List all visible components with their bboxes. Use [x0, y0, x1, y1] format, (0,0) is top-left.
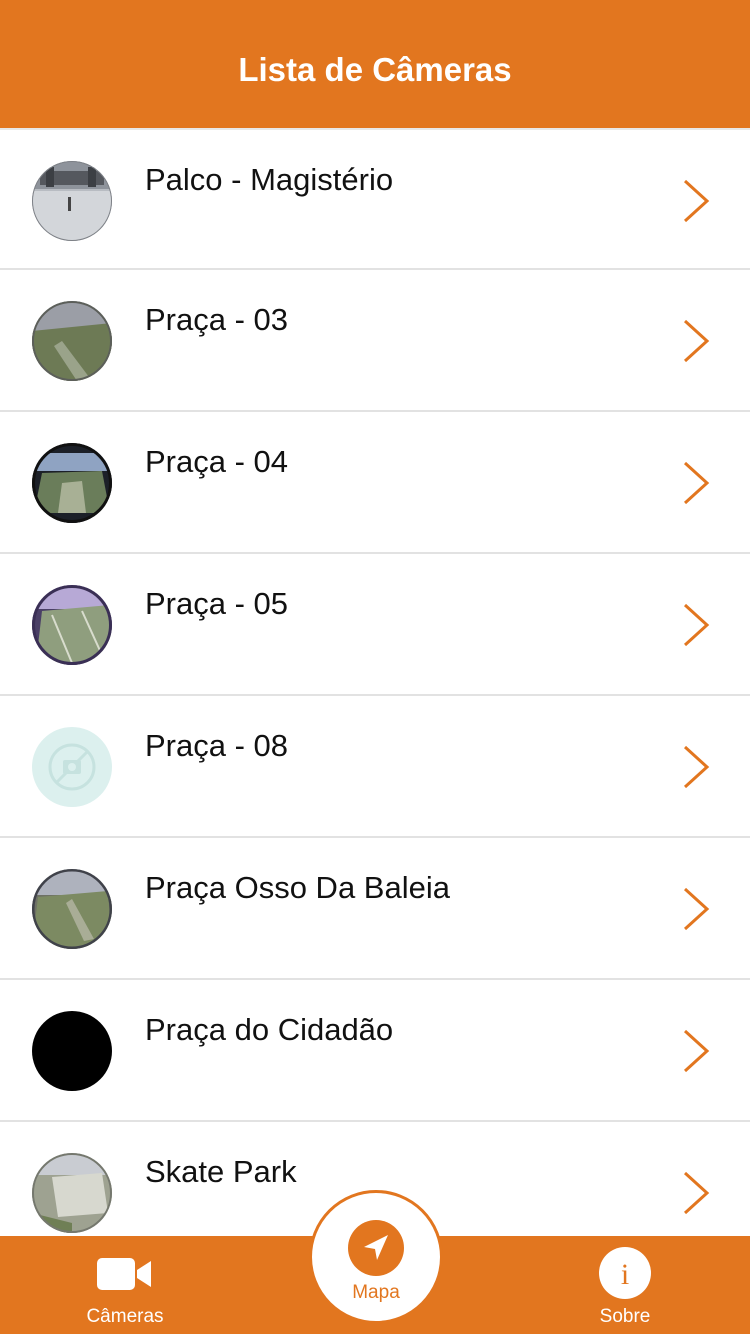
camera-thumbnail	[32, 443, 112, 523]
info-icon: i	[599, 1247, 651, 1299]
no-camera-placeholder-icon	[32, 727, 112, 807]
map-button-label: Mapa	[352, 1282, 400, 1303]
camera-thumbnail	[32, 869, 112, 949]
camera-row-praca-08[interactable]: Praça - 08	[0, 696, 750, 838]
camera-name: Skate Park	[145, 1154, 297, 1189]
chevron-right-icon	[683, 461, 710, 505]
navigation-arrow-icon	[348, 1220, 404, 1276]
camera-thumbnail	[32, 301, 112, 381]
camera-name: Palco - Magistério	[145, 162, 394, 197]
chevron-right-icon	[683, 1171, 710, 1215]
tab-cameras[interactable]: Câmeras	[0, 1236, 250, 1334]
camera-list[interactable]: Palco - Magistério Praça - 03 Praça - 04…	[0, 128, 750, 1236]
camera-row-praca-03[interactable]: Praça - 03	[0, 270, 750, 412]
camera-row-palco-magisterio[interactable]: Palco - Magistério	[0, 128, 750, 270]
camera-row-praca-05[interactable]: Praça - 05	[0, 554, 750, 696]
camera-thumbnail	[32, 1011, 112, 1091]
camera-name: Praça do Cidadão	[145, 1012, 394, 1047]
camera-row-praca-do-cidadao[interactable]: Praça do Cidadão	[0, 980, 750, 1122]
svg-text:i: i	[621, 1258, 629, 1291]
tab-sobre[interactable]: i Sobre	[500, 1236, 750, 1334]
chevron-right-icon	[683, 887, 710, 931]
tab-label: Sobre	[599, 1306, 651, 1327]
chevron-right-icon	[683, 603, 710, 647]
page-title: Lista de Câmeras	[238, 51, 512, 88]
chevron-right-icon	[683, 745, 710, 789]
chevron-right-icon	[683, 179, 710, 223]
map-button[interactable]: Mapa	[309, 1190, 443, 1324]
camera-name: Praça - 05	[145, 586, 289, 621]
tab-label: Câmeras	[86, 1306, 164, 1327]
camera-thumbnail	[32, 161, 112, 241]
camera-row-praca-04[interactable]: Praça - 04	[0, 412, 750, 554]
camera-thumbnail	[32, 585, 112, 665]
chevron-right-icon	[683, 319, 710, 363]
camera-name: Praça - 08	[145, 728, 289, 763]
camera-row-praca-osso-da-baleia[interactable]: Praça Osso Da Baleia	[0, 838, 750, 980]
camera-name: Praça - 04	[145, 444, 289, 479]
top-header: Lista de Câmeras	[0, 0, 750, 128]
camera-thumbnail	[32, 1153, 112, 1233]
app-screen: Lista de Câmeras Palco - Magistério Praç…	[0, 0, 750, 1334]
chevron-right-icon	[683, 1029, 710, 1073]
camera-name: Praça Osso Da Baleia	[145, 870, 450, 905]
video-camera-icon	[97, 1258, 151, 1290]
camera-name: Praça - 03	[145, 302, 289, 337]
